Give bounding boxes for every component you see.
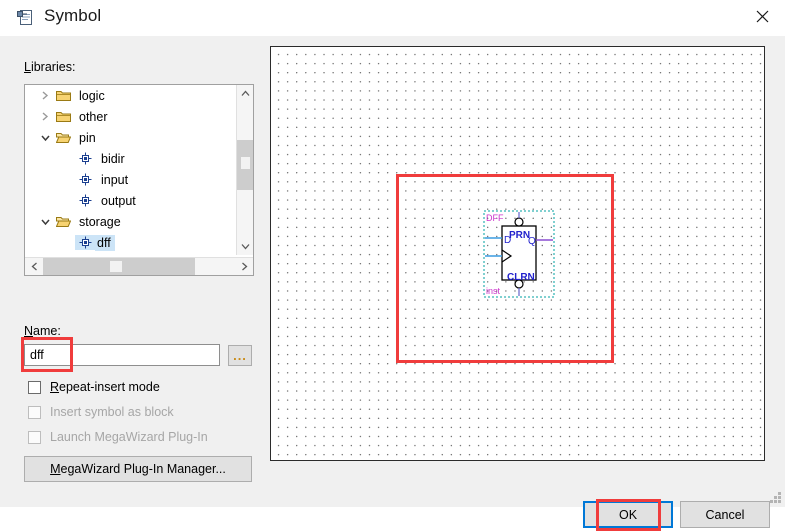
checkbox-label: Repeat-insert mode (50, 380, 160, 394)
libraries-label: Libraries: (24, 60, 76, 74)
folder-closed-icon (53, 110, 73, 123)
tree-item-label: logic (79, 88, 105, 103)
cancel-button-label: Cancel (705, 507, 745, 522)
symbol-pin-icon (75, 235, 95, 250)
folder-closed-icon (53, 89, 73, 102)
port-label-q: Q (528, 236, 536, 247)
cancel-button[interactable]: Cancel (680, 501, 770, 528)
checkbox-insert-symbol-as-block: Insert symbol as block (28, 405, 174, 419)
name-label-rest: ame: (33, 324, 61, 338)
tree-item-dff[interactable]: dff (25, 232, 237, 253)
window-title: Symbol (44, 6, 102, 25)
checkbox-box (28, 405, 41, 419)
scroll-up-icon[interactable] (237, 85, 253, 102)
folder-open-icon (53, 215, 73, 228)
megawizard-plugin-manager-button[interactable]: MegaWizard Plug-In Manager... (24, 456, 252, 482)
tree-item-other[interactable]: other (25, 106, 237, 127)
dff-symbol[interactable]: DFF PRN D Q CLRN inst (483, 210, 555, 298)
checkbox-launch-megawizard-plugin: Launch MegaWizard Plug-In (28, 430, 208, 444)
folder-open-icon (53, 131, 73, 144)
tree-horizontal-scroll-thumb[interactable] (43, 258, 195, 275)
ok-button[interactable]: OK (583, 501, 673, 528)
symbol-pin-icon (75, 151, 95, 166)
tree-item-label: storage (79, 214, 121, 229)
libraries-tree-viewport: logic other pin bidir input output storage dff d… (25, 85, 237, 255)
symbol-document-icon (16, 8, 36, 28)
tree-item-output[interactable]: output (25, 190, 237, 211)
tree-item-input[interactable]: input (25, 169, 237, 190)
symbol-name-label: DFF (486, 213, 504, 223)
title-bar: Symbol (0, 0, 785, 37)
tree-item-storage[interactable]: storage (25, 211, 237, 232)
tree-vertical-scrollbar[interactable] (236, 85, 253, 255)
tree-vertical-scroll-thumb[interactable] (237, 140, 253, 190)
chevron-down-icon[interactable] (37, 134, 53, 142)
tree-item-label: other (79, 109, 108, 124)
tree-item-label: output (101, 193, 136, 208)
port-label-clrn: CLRN (507, 272, 535, 283)
scroll-down-icon[interactable] (237, 238, 253, 255)
name-label: Name: (24, 324, 61, 338)
checkbox-label: Insert symbol as block (50, 405, 174, 419)
scroll-left-icon[interactable] (25, 258, 43, 275)
tree-item-dffe[interactable]: dffe (25, 253, 237, 255)
checkbox-repeat-insert-mode[interactable]: Repeat-insert mode (28, 380, 160, 394)
name-input[interactable] (24, 344, 220, 366)
libraries-label-rest: ibraries: (30, 60, 76, 74)
checkbox-label: Launch MegaWizard Plug-In (50, 430, 208, 444)
libraries-tree[interactable]: logic other pin bidir input output storage dff d… (24, 84, 254, 276)
tree-item-label: pin (79, 130, 96, 145)
port-label-prn: PRN (509, 230, 530, 241)
tree-item-bidir[interactable]: bidir (25, 148, 237, 169)
dialog-body: Libraries: logic other pin bidir input output… (0, 36, 785, 531)
close-icon[interactable] (739, 0, 785, 32)
tree-item-label: dff (95, 234, 115, 251)
chevron-down-icon[interactable] (37, 218, 53, 226)
checkbox-box[interactable] (28, 380, 41, 394)
browse-button[interactable]: ... (228, 345, 252, 366)
megawizard-button-label: MegaWizard Plug-In Manager... (50, 462, 226, 476)
ellipsis-icon: ... (233, 347, 247, 363)
checkbox-box (28, 430, 41, 444)
symbol-preview-panel[interactable]: DFF PRN D Q CLRN inst (270, 46, 765, 461)
chevron-right-icon[interactable] (37, 112, 53, 121)
resize-grip[interactable] (769, 491, 782, 504)
tree-item-logic[interactable]: logic (25, 85, 237, 106)
port-label-d: D (504, 235, 511, 246)
symbol-pin-icon (75, 193, 95, 208)
chevron-right-icon[interactable] (37, 91, 53, 100)
scroll-right-icon[interactable] (235, 258, 253, 275)
tree-item-label: input (101, 172, 129, 187)
ok-button-label: OK (618, 507, 638, 522)
instance-name-label: inst (486, 286, 501, 296)
tree-item-pin[interactable]: pin (25, 127, 237, 148)
tree-item-label: bidir (101, 151, 125, 166)
tree-horizontal-scrollbar[interactable] (25, 257, 253, 275)
symbol-pin-icon (75, 172, 95, 187)
